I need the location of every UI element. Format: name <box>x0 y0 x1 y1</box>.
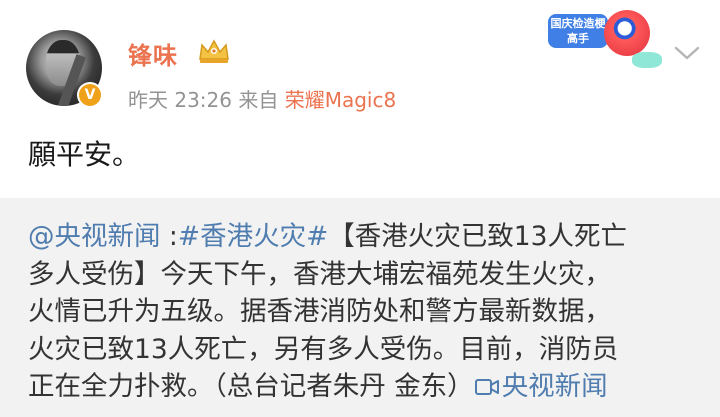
post-text: 願平安。 <box>28 138 141 171</box>
video-link-label: 央视新闻 <box>501 371 608 402</box>
verified-badge-icon: V <box>77 82 103 108</box>
sticker-badge[interactable]: 国庆检造梗高手 <box>544 8 666 70</box>
sticker-mascot <box>604 10 650 56</box>
chevron-down-icon[interactable] <box>673 44 701 62</box>
repost-line-5-text: 正在全力扑救。（总台记者朱丹 金东） <box>28 371 474 402</box>
post-meta: 昨天 23:26 来自 荣耀Magic8 <box>128 84 396 113</box>
repost-text: @央视新闻 :#香港火灾#【香港火灾已致13人死亡 多人受伤】今天下午，香港大埔… <box>28 218 708 406</box>
repost-line-1: @央视新闻 :#香港火灾#【香港火灾已致13人死亡 <box>28 218 708 256</box>
post-time: 昨天 23:26 <box>128 88 232 112</box>
repost-line-2: 多人受伤】今天下午，香港大埔宏福苑发生火灾， <box>28 258 611 290</box>
video-link-icon <box>474 379 499 395</box>
author-name[interactable]: 锋味 <box>128 36 178 71</box>
hashtag-link[interactable]: #香港火灾# <box>178 221 328 252</box>
repost-line-5: 正在全力扑救。（总台记者朱丹 金东） 央视新闻 <box>28 368 708 406</box>
sticker-tag: 国庆检造梗高手 <box>548 14 608 48</box>
mention-link[interactable]: @央视新闻 <box>28 221 161 252</box>
sticker-stand <box>632 52 662 68</box>
post-device[interactable]: 荣耀Magic8 <box>285 88 396 112</box>
repost-card[interactable]: @央视新闻 :#香港火灾#【香港火灾已致13人死亡 多人受伤】今天下午，香港大埔… <box>0 198 720 417</box>
repost-line-1-text: 【香港火灾已致13人死亡 <box>328 221 628 252</box>
weibo-post-page: V 锋味 昨天 23:26 来自 荣耀Magic8 国庆检造梗高手 願平安。 @… <box>0 0 720 417</box>
verified-badge-label: V <box>79 84 101 106</box>
crown-icon <box>199 39 229 63</box>
post-from-label: 来自 <box>238 88 279 112</box>
post-card: V 锋味 昨天 23:26 来自 荣耀Magic8 国庆检造梗高手 願平安。 <box>0 0 720 198</box>
repost-line-4: 火灾已致13人死亡，另有多人受伤。目前，消防员 <box>28 333 619 365</box>
mention-separator: : <box>160 221 178 252</box>
repost-line-3: 火情已升为五级。据香港消防处和警方最新数据， <box>28 296 611 327</box>
video-link[interactable]: 央视新闻 <box>474 371 608 402</box>
